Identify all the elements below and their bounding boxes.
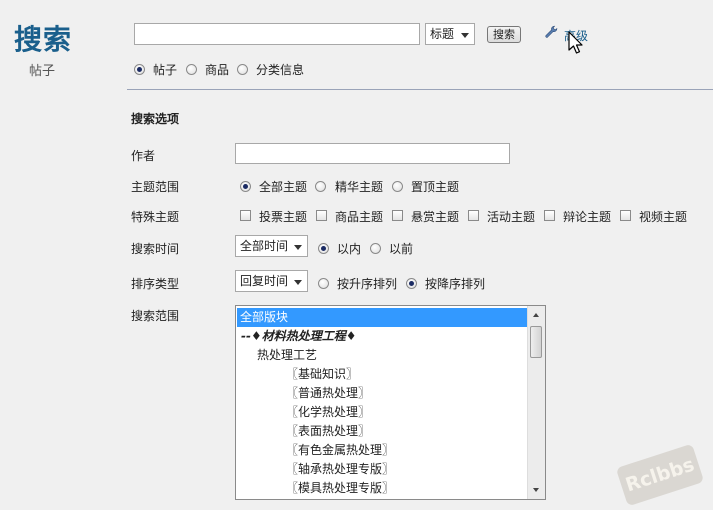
radio-classified-label: 分类信息	[256, 63, 305, 77]
radio-all-topics[interactable]	[240, 181, 251, 192]
chevron-down-icon	[294, 245, 302, 250]
author-input[interactable]	[235, 143, 510, 164]
list-item[interactable]: 〖轴承热处理专版〗	[286, 460, 394, 479]
search-scope-select-value: 标题	[430, 27, 455, 41]
sort-type-label: 排序类型	[131, 277, 180, 291]
checkbox-goods-label: 商品主题	[335, 210, 384, 224]
checkbox-video[interactable]	[620, 210, 631, 221]
checkbox-reward[interactable]	[392, 210, 403, 221]
search-options-heading: 搜索选项	[131, 112, 180, 126]
checkbox-poll-label: 投票主题	[259, 210, 308, 224]
wrench-icon	[545, 25, 558, 38]
radio-within-label: 以内	[337, 242, 362, 256]
page-subtitle: 帖子	[29, 64, 56, 79]
radio-descending[interactable]	[406, 278, 417, 289]
search-time-label: 搜索时间	[131, 242, 180, 256]
special-topic-label: 特殊主题	[131, 210, 180, 224]
search-scope-label: 搜索范围	[131, 309, 180, 323]
radio-within[interactable]	[318, 243, 329, 254]
cursor-icon	[568, 31, 583, 54]
radio-digest-topics[interactable]	[315, 181, 326, 192]
radio-goods[interactable]	[186, 64, 197, 75]
radio-ascending[interactable]	[318, 278, 329, 289]
list-item[interactable]: 〖普通热处理〗	[286, 384, 370, 403]
listbox-scrollbar[interactable]	[527, 306, 545, 499]
checkbox-event-label: 活动主题	[487, 210, 536, 224]
radio-post[interactable]	[134, 64, 145, 75]
radio-digest-topics-label: 精华主题	[335, 180, 384, 194]
topic-range-label: 主题范围	[131, 180, 180, 194]
search-input[interactable]	[134, 23, 420, 45]
radio-goods-label: 商品	[205, 63, 230, 77]
scroll-down-icon[interactable]	[533, 488, 539, 492]
list-item[interactable]: --♦材料热处理工程♦	[241, 327, 356, 346]
radio-all-topics-label: 全部主题	[259, 180, 308, 194]
author-label: 作者	[131, 149, 156, 163]
sort-type-select-value: 回复时间	[240, 274, 289, 288]
list-item[interactable]: 热处理工艺	[257, 346, 317, 365]
radio-before-label: 以前	[389, 242, 414, 256]
list-item[interactable]: 〖表面热处理〗	[286, 422, 370, 441]
radio-ascending-label: 按升序排列	[337, 277, 398, 291]
checkbox-debate-label: 辩论主题	[563, 210, 612, 224]
radio-sticky-topics[interactable]	[392, 181, 403, 192]
checkbox-debate[interactable]	[544, 210, 555, 221]
search-button[interactable]: 搜索	[487, 26, 521, 43]
radio-sticky-topics-label: 置顶主题	[411, 180, 460, 194]
list-item[interactable]: 〖模具热处理专版〗	[286, 479, 394, 498]
list-item[interactable]: 〖化学热处理〗	[286, 403, 370, 422]
checkbox-reward-label: 悬赏主题	[411, 210, 460, 224]
radio-post-label: 帖子	[153, 63, 178, 77]
checkbox-goods[interactable]	[316, 210, 327, 221]
watermark-text: Rclbbs	[622, 453, 698, 497]
watermark-logo: Rclbbs	[615, 443, 705, 507]
radio-classified[interactable]	[237, 64, 248, 75]
chevron-down-icon	[294, 280, 302, 285]
search-time-select[interactable]: 全部时间	[235, 235, 308, 257]
radio-before[interactable]	[370, 243, 381, 254]
checkbox-poll[interactable]	[240, 210, 251, 221]
page-title: 搜索	[14, 23, 73, 56]
radio-descending-label: 按降序排列	[425, 277, 486, 291]
chevron-down-icon	[461, 33, 469, 38]
forum-scope-listbox[interactable]: 全部版块 --♦材料热处理工程♦ 热处理工艺 〖基础知识〗 〖普通热处理〗 〖化…	[235, 305, 546, 500]
scroll-up-icon[interactable]	[533, 313, 539, 317]
scrollbar-thumb[interactable]	[530, 326, 542, 358]
checkbox-video-label: 视频主题	[639, 210, 688, 224]
search-scope-select[interactable]: 标题	[425, 23, 475, 45]
list-item[interactable]: 〖有色金属热处理〗	[286, 441, 394, 460]
list-item[interactable]: 〖基础知识〗	[286, 365, 358, 384]
search-time-select-value: 全部时间	[240, 239, 289, 253]
divider	[127, 89, 713, 90]
sort-type-select[interactable]: 回复时间	[235, 270, 308, 292]
checkbox-event[interactable]	[468, 210, 479, 221]
list-item[interactable]: 全部版块	[237, 308, 528, 327]
